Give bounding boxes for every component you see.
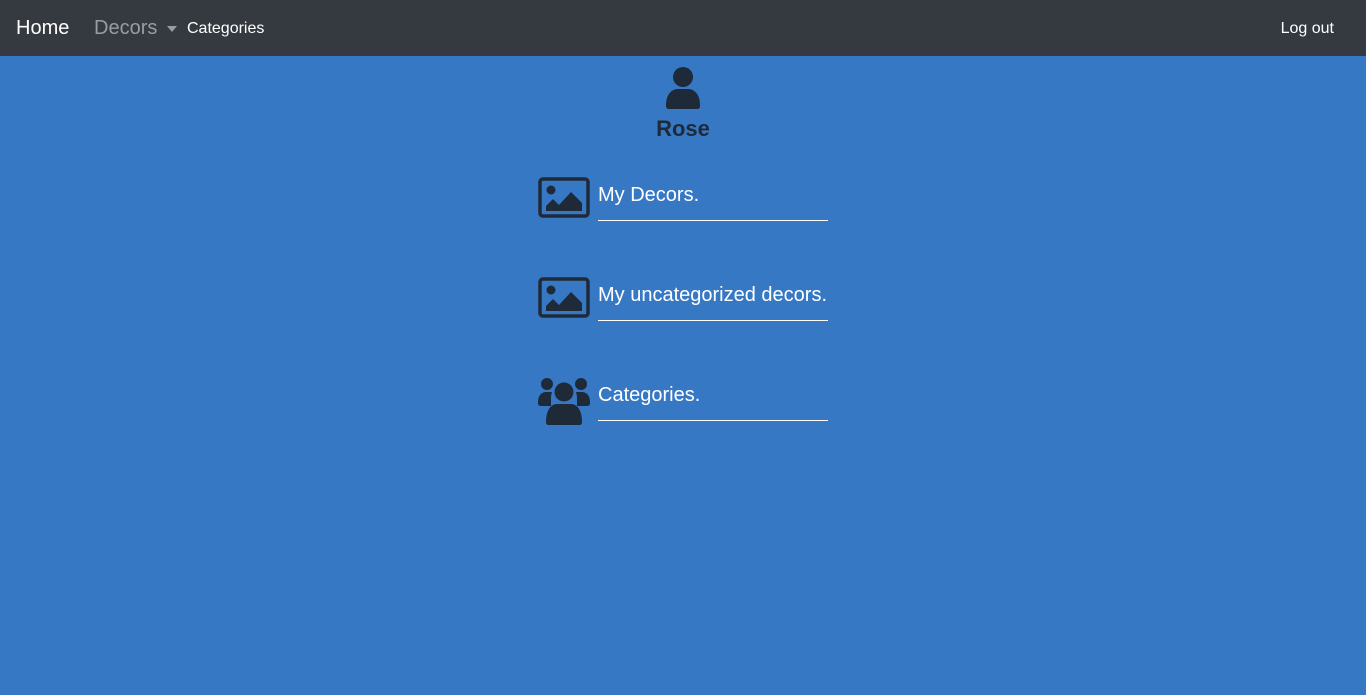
categories-link[interactable]: Categories. bbox=[538, 377, 830, 429]
profile-name: Rose bbox=[656, 116, 710, 141]
categories-label: Categories. bbox=[598, 384, 701, 406]
image-icon bbox=[538, 177, 590, 225]
caret-down-icon[interactable] bbox=[167, 26, 177, 32]
divider bbox=[598, 420, 828, 421]
my-uncategorized-decors-link[interactable]: My uncategorized decors. bbox=[538, 277, 830, 329]
my-decors-link[interactable]: My Decors. bbox=[538, 177, 830, 229]
my-uncategorized-decors-label: My uncategorized decors. bbox=[598, 284, 828, 306]
users-icon bbox=[538, 377, 590, 425]
nav-home-link[interactable]: Home bbox=[16, 16, 69, 40]
divider bbox=[598, 320, 828, 321]
my-decors-label: My Decors. bbox=[598, 184, 700, 206]
logout-link[interactable]: Log out bbox=[1281, 19, 1334, 39]
image-icon bbox=[538, 277, 590, 325]
divider bbox=[598, 220, 828, 221]
user-icon bbox=[666, 67, 700, 109]
top-navbar: Home Decors Categories Log out bbox=[0, 0, 1366, 56]
nav-decors-dropdown[interactable]: Decors bbox=[94, 16, 157, 40]
nav-categories-link[interactable]: Categories bbox=[187, 19, 264, 39]
